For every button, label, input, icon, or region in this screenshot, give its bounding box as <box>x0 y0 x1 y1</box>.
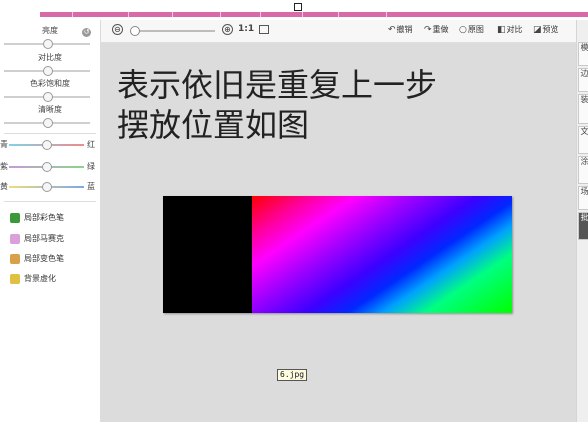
blur-background-icon <box>10 273 20 284</box>
fit-window-icon[interactable] <box>259 25 269 34</box>
redo-button[interactable]: ↷重做 <box>424 24 449 36</box>
saturation-knob[interactable] <box>43 92 53 102</box>
yellow-blue-knob[interactable] <box>42 182 52 192</box>
adjust-panel: ↺ 亮度 对比度 色彩饱和度 清晰度 青 红 紫 绿 黄 蓝 局部彩色笔 局部马… <box>0 20 101 422</box>
magenta-green-track[interactable] <box>9 162 84 172</box>
zoom-slider[interactable] <box>133 30 215 32</box>
actual-size-button[interactable]: 1:1 <box>238 24 254 34</box>
original-button[interactable]: ○原图 <box>459 24 484 36</box>
side-tab[interactable]: 文 <box>578 126 588 154</box>
tool-label: 局部马赛克 <box>24 234 64 243</box>
tool-label: 背景虚化 <box>24 274 56 283</box>
placed-image[interactable] <box>163 196 512 313</box>
side-tab[interactable]: 模 <box>578 42 588 66</box>
red-label: 红 <box>87 140 95 149</box>
annotation-line-1: 表示依旧是重复上一步 <box>117 66 438 104</box>
right-side-tabs: 模 边 装 文 涂 场 批 <box>576 20 588 422</box>
contrast-control: 对比度 <box>0 53 100 63</box>
cyan-label: 青 <box>0 140 8 149</box>
divider <box>4 133 96 134</box>
local-change-color-tool[interactable]: 局部变色笔 <box>10 252 64 266</box>
saturation-slider[interactable] <box>4 92 90 102</box>
yellow-blue-track[interactable] <box>9 182 84 192</box>
undo-icon: ↶ <box>388 25 396 35</box>
blue-label: 蓝 <box>87 182 95 191</box>
image-black-region <box>163 196 252 313</box>
compare-icon: ◧ <box>497 25 506 35</box>
side-tab[interactable]: 涂 <box>578 156 588 184</box>
side-tab[interactable]: 装 <box>578 94 588 124</box>
image-gradient-region <box>252 196 512 313</box>
resize-handle[interactable] <box>294 3 302 11</box>
color-pen-icon <box>10 212 20 223</box>
mosaic-icon <box>10 233 20 244</box>
annotation-line-2: 摆放位置如图 <box>117 106 310 144</box>
brightness-knob[interactable] <box>43 39 53 49</box>
saturation-label: 色彩饱和度 <box>30 79 70 88</box>
undo-label: 撤销 <box>396 25 413 34</box>
preview-button[interactable]: ◪预览 <box>533 24 559 36</box>
top-strip <box>0 0 588 20</box>
sharpness-control: 清晰度 <box>0 105 100 115</box>
green-label: 绿 <box>87 162 95 171</box>
contrast-slider[interactable] <box>4 66 90 76</box>
side-tab[interactable]: 边 <box>578 68 588 92</box>
yellow-blue-slider[interactable]: 黄 蓝 <box>0 181 100 193</box>
contrast-label: 对比度 <box>38 53 62 62</box>
change-color-pen-icon <box>10 253 20 264</box>
cyan-red-slider[interactable]: 青 红 <box>0 139 100 151</box>
saturation-control: 色彩饱和度 <box>0 79 100 89</box>
cyan-red-knob[interactable] <box>42 140 52 150</box>
background-blur-tool[interactable]: 背景虚化 <box>10 272 56 286</box>
magenta-label: 紫 <box>0 162 8 171</box>
cyan-red-track[interactable] <box>9 140 84 150</box>
compare-button[interactable]: ◧对比 <box>497 24 523 36</box>
original-icon: ○ <box>459 25 467 35</box>
brightness-control: 亮度 <box>0 26 100 36</box>
local-mosaic-tool[interactable]: 局部马赛克 <box>10 232 64 246</box>
magenta-green-knob[interactable] <box>42 162 52 172</box>
compare-label: 对比 <box>506 25 523 34</box>
original-label: 原图 <box>467 25 484 34</box>
preview-label: 预览 <box>542 25 559 34</box>
side-tab-active[interactable]: 批 <box>578 212 588 240</box>
editing-canvas[interactable]: 表示依旧是重复上一步 摆放位置如图 6.jpg <box>101 43 576 422</box>
title-bar-stripe <box>40 12 588 17</box>
redo-label: 重做 <box>432 25 449 34</box>
image-toolbar: ⊖ ⊕ 1:1 ↶撤销 ↷重做 ○原图 ◧对比 ◪预览 <box>101 20 576 43</box>
redo-icon: ↷ <box>424 25 432 35</box>
tool-label: 局部变色笔 <box>24 254 64 263</box>
brightness-label: 亮度 <box>42 26 58 35</box>
annotation-text: 表示依旧是重复上一步 摆放位置如图 <box>117 65 437 145</box>
zoom-out-icon[interactable]: ⊖ <box>112 24 123 35</box>
contrast-knob[interactable] <box>43 66 53 76</box>
preview-icon: ◪ <box>533 25 542 35</box>
magenta-green-slider[interactable]: 紫 绿 <box>0 161 100 173</box>
undo-button[interactable]: ↶撤销 <box>388 24 413 36</box>
divider <box>4 201 96 202</box>
file-name-tooltip: 6.jpg <box>277 369 308 381</box>
yellow-label: 黄 <box>0 182 8 191</box>
sharpness-slider[interactable] <box>4 118 90 128</box>
local-color-pen-tool[interactable]: 局部彩色笔 <box>10 211 64 225</box>
brightness-slider[interactable] <box>4 39 90 49</box>
zoom-in-icon[interactable]: ⊕ <box>222 24 233 35</box>
sharpness-knob[interactable] <box>43 118 53 128</box>
tool-label: 局部彩色笔 <box>24 213 64 222</box>
side-tab[interactable]: 场 <box>578 186 588 210</box>
zoom-slider-knob[interactable] <box>130 26 140 36</box>
sharpness-label: 清晰度 <box>38 105 62 114</box>
